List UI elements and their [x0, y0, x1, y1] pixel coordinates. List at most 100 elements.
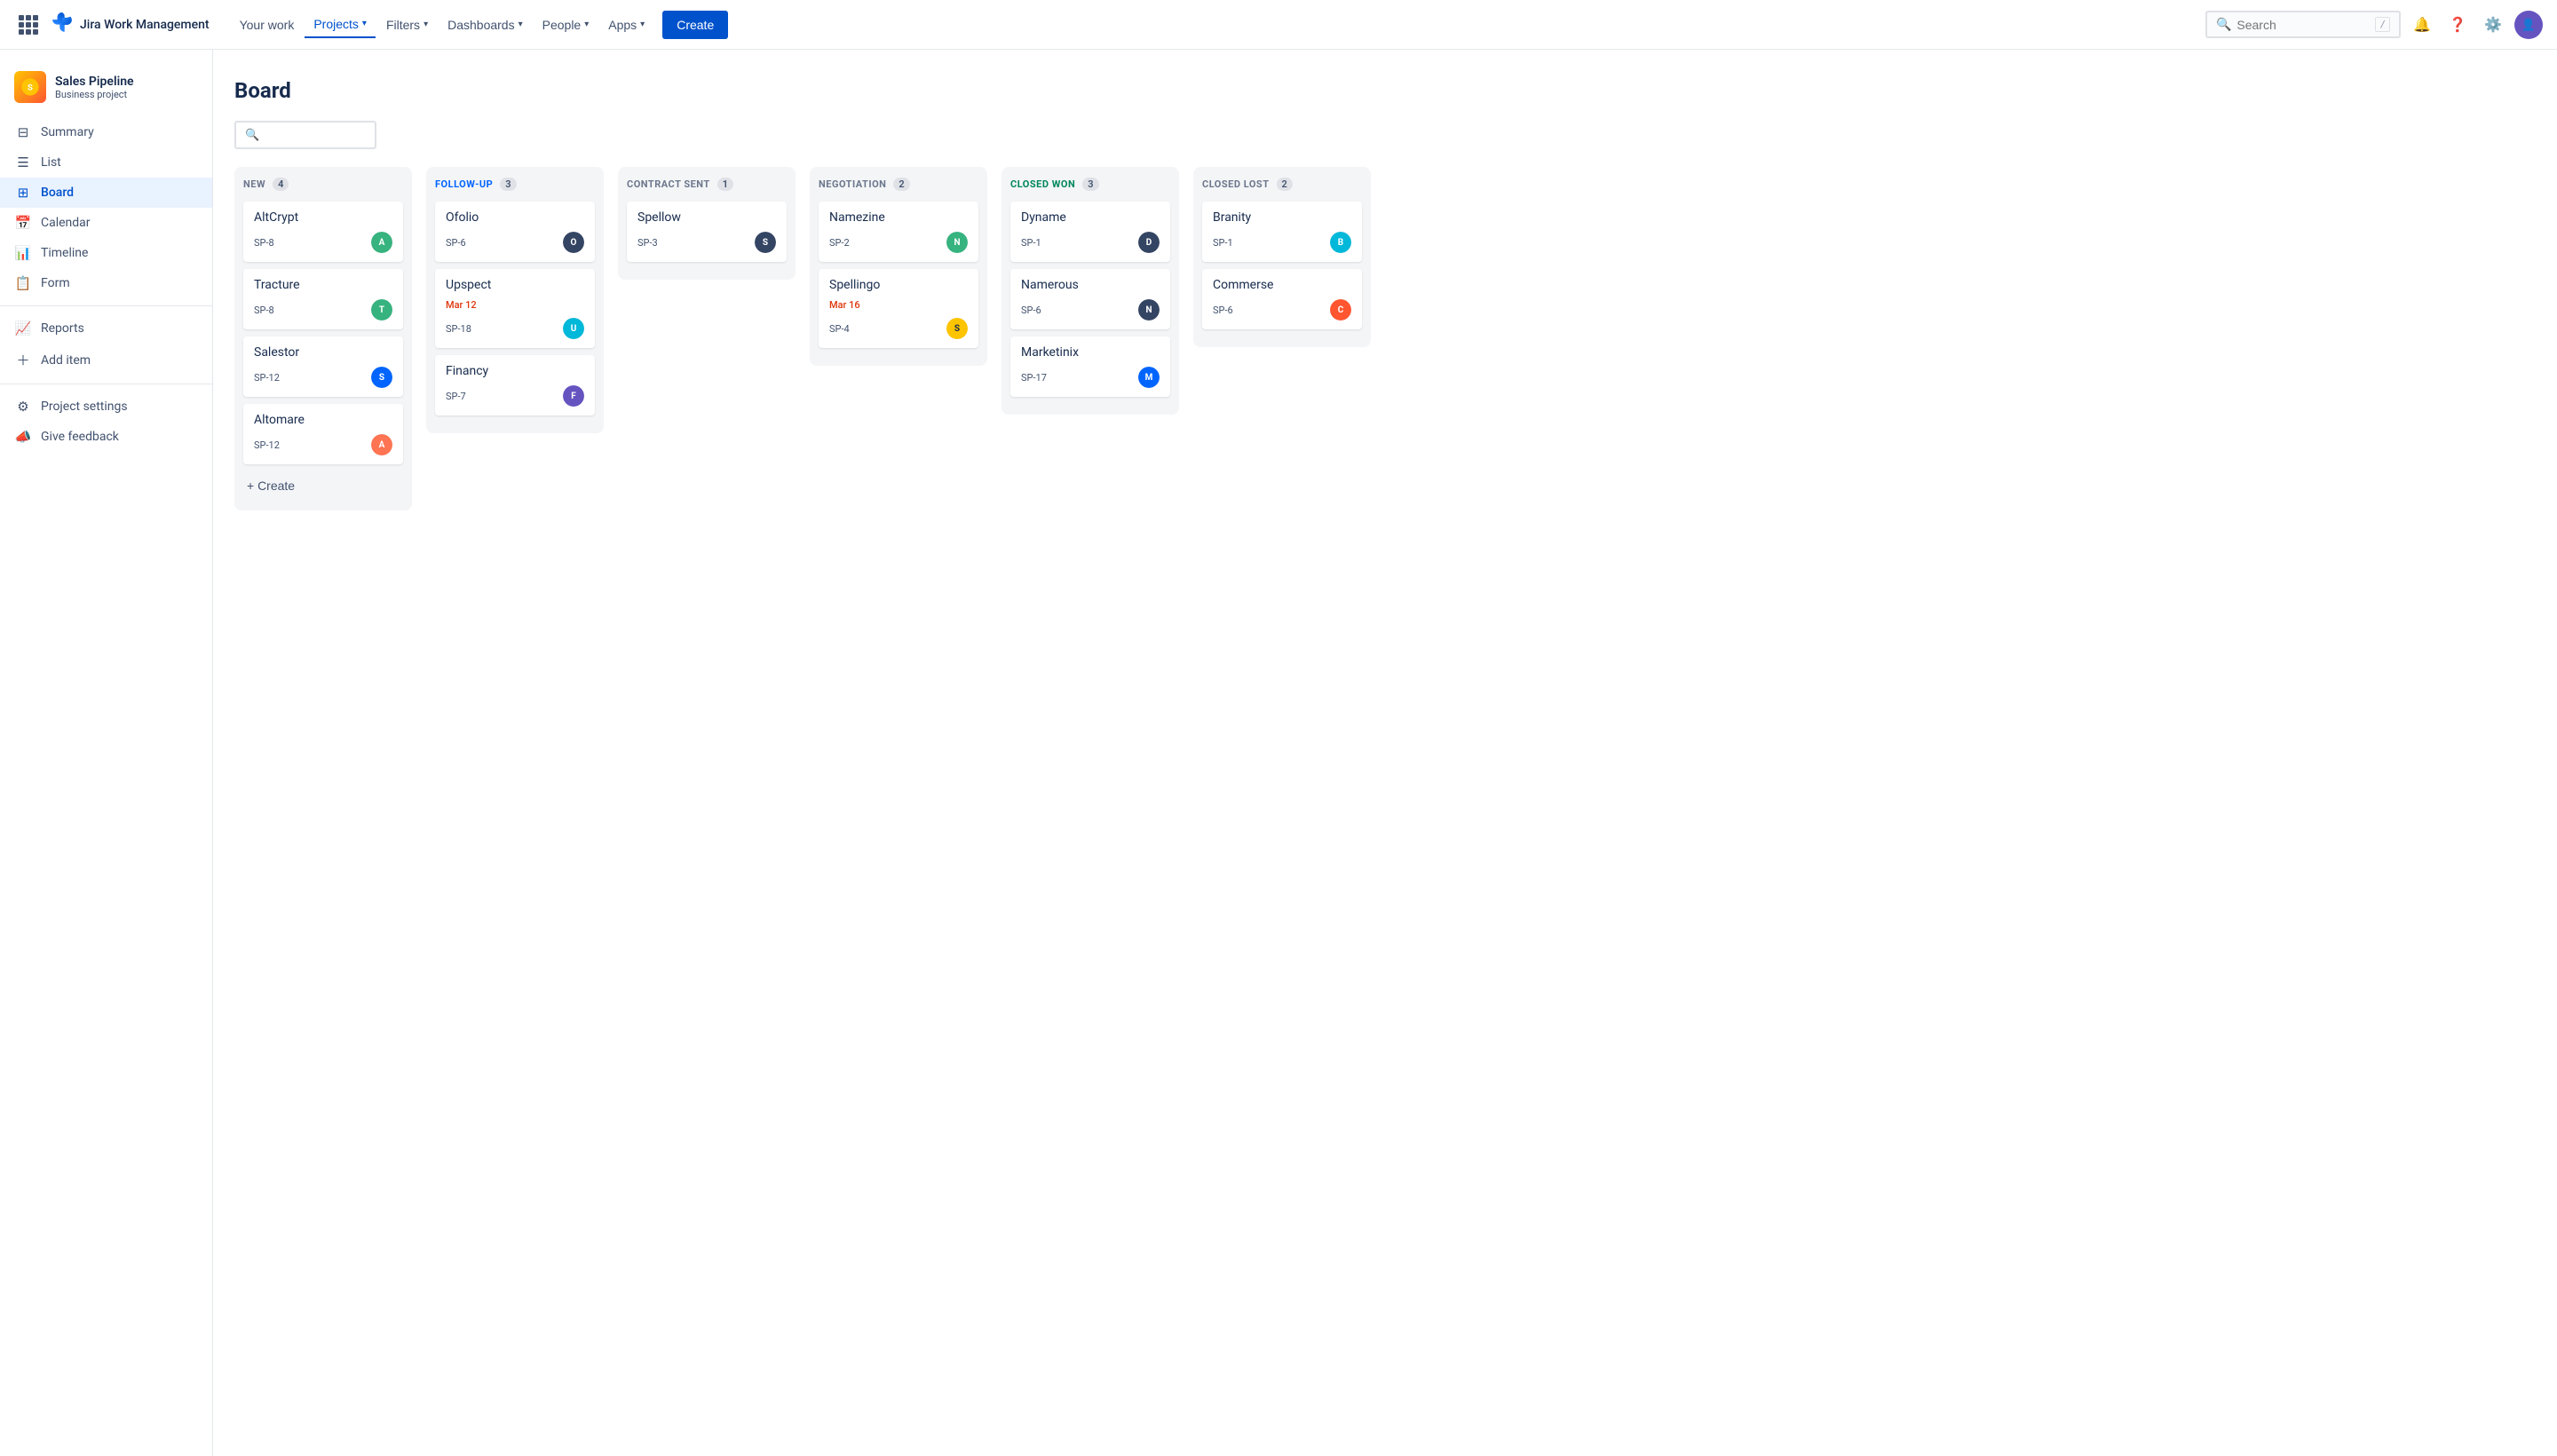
user-avatar-button[interactable]: 👤: [2514, 11, 2543, 39]
card-title: Upspect: [446, 278, 584, 292]
column-follow-up-header: FOLLOW-UP 3: [435, 178, 595, 191]
card-avatar: C: [1330, 299, 1351, 320]
reports-icon: 📈: [14, 320, 32, 336]
user-avatar-icon: 👤: [2521, 18, 2536, 32]
card-title: Spellingo: [829, 278, 968, 292]
nav-filters[interactable]: Filters ▾: [377, 12, 437, 37]
card-footer: SP-18 U: [446, 318, 584, 339]
card-id: SP-7: [446, 391, 466, 402]
card-id: SP-2: [829, 237, 850, 249]
card-footer: SP-12 A: [254, 434, 392, 455]
sidebar-item-board[interactable]: ⊞ Board: [0, 178, 212, 208]
card-id: SP-17: [1021, 372, 1047, 384]
board-search-box[interactable]: 🔍: [234, 121, 376, 149]
search-input[interactable]: [2236, 18, 2370, 32]
card-upspect[interactable]: Upspect Mar 12 SP-18 U: [435, 269, 595, 348]
card-footer: SP-2 N: [829, 232, 968, 253]
sidebar-item-reports[interactable]: 📈 Reports: [0, 313, 212, 344]
card-title: Commerse: [1213, 278, 1351, 292]
card-footer: SP-6 N: [1021, 299, 1160, 320]
sidebar-item-give-feedback[interactable]: 📣 Give feedback: [0, 422, 212, 452]
card-avatar: U: [563, 318, 584, 339]
card-namezine[interactable]: Namezine SP-2 N: [819, 202, 978, 262]
project-type: Business project: [55, 89, 198, 100]
timeline-icon: 📊: [14, 245, 32, 261]
column-follow-up-label: FOLLOW-UP: [435, 178, 493, 190]
card-dyname[interactable]: Dyname SP-1 D: [1010, 202, 1170, 262]
column-negotiation-label: NEGOTIATION: [819, 178, 886, 190]
card-id: SP-12: [254, 439, 280, 451]
card-branity[interactable]: Branity SP-1 B: [1202, 202, 1362, 262]
card-avatar: N: [1138, 299, 1160, 320]
column-contract-sent-label: CONTRACT SENT: [627, 178, 710, 190]
project-info: Sales Pipeline Business project: [55, 75, 198, 100]
board-search-wrapper: 🔍: [234, 121, 2536, 149]
card-tracture[interactable]: Tracture SP-8 T: [243, 269, 403, 329]
people-dropdown-arrow: ▾: [584, 20, 589, 29]
card-altomare[interactable]: Altomare SP-12 A: [243, 404, 403, 464]
nav-apps[interactable]: Apps ▾: [599, 12, 653, 37]
card-title: Altomare: [254, 413, 392, 427]
nav-your-work[interactable]: Your work: [231, 12, 304, 37]
card-footer: SP-8 A: [254, 232, 392, 253]
sidebar-item-summary[interactable]: ⊟ Summary: [0, 117, 212, 147]
settings-button[interactable]: ⚙️: [2479, 11, 2507, 39]
nav-dashboards[interactable]: Dashboards ▾: [439, 12, 532, 37]
card-avatar: D: [1138, 232, 1160, 253]
column-closed-won: CLOSED WON 3 Dyname SP-1 D Namerous SP-6…: [1001, 167, 1179, 415]
card-footer: SP-7 F: [446, 385, 584, 407]
card-spellingo[interactable]: Spellingo Mar 16 SP-4 S: [819, 269, 978, 348]
card-title: Ofolio: [446, 210, 584, 225]
apps-dropdown-arrow: ▾: [640, 20, 645, 29]
card-salestor[interactable]: Salestor SP-12 S: [243, 336, 403, 397]
board-search-input[interactable]: [265, 128, 425, 142]
card-avatar: S: [755, 232, 776, 253]
sidebar-item-form[interactable]: 📋 Form: [0, 268, 212, 298]
card-avatar: S: [371, 367, 392, 388]
column-closed-lost-label: CLOSED LOST: [1202, 178, 1270, 190]
sidebar-item-list[interactable]: ☰ List: [0, 147, 212, 178]
column-contract-sent: CONTRACT SENT 1 Spellow SP-3 S: [618, 167, 796, 280]
sidebar-item-timeline[interactable]: 📊 Timeline: [0, 238, 212, 268]
sidebar-item-project-settings[interactable]: ⚙ Project settings: [0, 392, 212, 422]
nav-people[interactable]: People ▾: [534, 12, 598, 37]
dashboards-dropdown-arrow: ▾: [519, 20, 523, 29]
card-namerous[interactable]: Namerous SP-6 N: [1010, 269, 1170, 329]
notifications-button[interactable]: 🔔: [2408, 11, 2436, 39]
sidebar-item-calendar[interactable]: 📅 Calendar: [0, 208, 212, 238]
card-spellow[interactable]: Spellow SP-3 S: [627, 202, 787, 262]
column-new-create-button[interactable]: + Create: [243, 471, 403, 500]
card-financy[interactable]: Financy SP-7 F: [435, 355, 595, 415]
card-title: Namerous: [1021, 278, 1160, 292]
card-marketinix[interactable]: Marketinix SP-17 M: [1010, 336, 1170, 397]
sidebar: S Sales Pipeline Business project ⊟ Summ…: [0, 50, 213, 1456]
card-avatar: N: [946, 232, 968, 253]
card-commerse[interactable]: Commerse SP-6 C: [1202, 269, 1362, 329]
svg-text:S: S: [28, 83, 33, 92]
help-button[interactable]: ❓: [2443, 11, 2472, 39]
column-closed-won-header: CLOSED WON 3: [1010, 178, 1170, 191]
column-closed-won-label: CLOSED WON: [1010, 178, 1075, 190]
column-negotiation: NEGOTIATION 2 Namezine SP-2 N Spellingo …: [810, 167, 987, 366]
projects-dropdown-arrow: ▾: [362, 19, 367, 28]
column-new-label: NEW: [243, 178, 265, 190]
sidebar-item-add-item[interactable]: ＋ Add item: [0, 344, 212, 376]
card-avatar: A: [371, 232, 392, 253]
column-new: NEW 4 AltCrypt SP-8 A Tracture SP-8 T: [234, 167, 412, 510]
column-closed-lost-count: 2: [1277, 178, 1293, 191]
search-box[interactable]: 🔍 /: [2205, 11, 2401, 38]
brand-logo-link[interactable]: Jira Work Management: [50, 12, 210, 37]
column-negotiation-count: 2: [893, 178, 909, 191]
card-altcrypt[interactable]: AltCrypt SP-8 A: [243, 202, 403, 262]
bell-icon: 🔔: [2413, 16, 2431, 34]
calendar-icon: 📅: [14, 215, 32, 231]
project-settings-icon: ⚙: [14, 399, 32, 415]
nav-projects[interactable]: Projects ▾: [305, 12, 376, 38]
app-switcher-button[interactable]: [14, 11, 43, 39]
create-button[interactable]: Create: [662, 11, 728, 39]
give-feedback-icon: 📣: [14, 429, 32, 445]
card-ofolio[interactable]: Ofolio SP-6 O: [435, 202, 595, 262]
main-nav: Your work Projects ▾ Filters ▾ Dashboard…: [231, 11, 729, 39]
card-footer: SP-12 S: [254, 367, 392, 388]
filters-dropdown-arrow: ▾: [424, 20, 428, 29]
